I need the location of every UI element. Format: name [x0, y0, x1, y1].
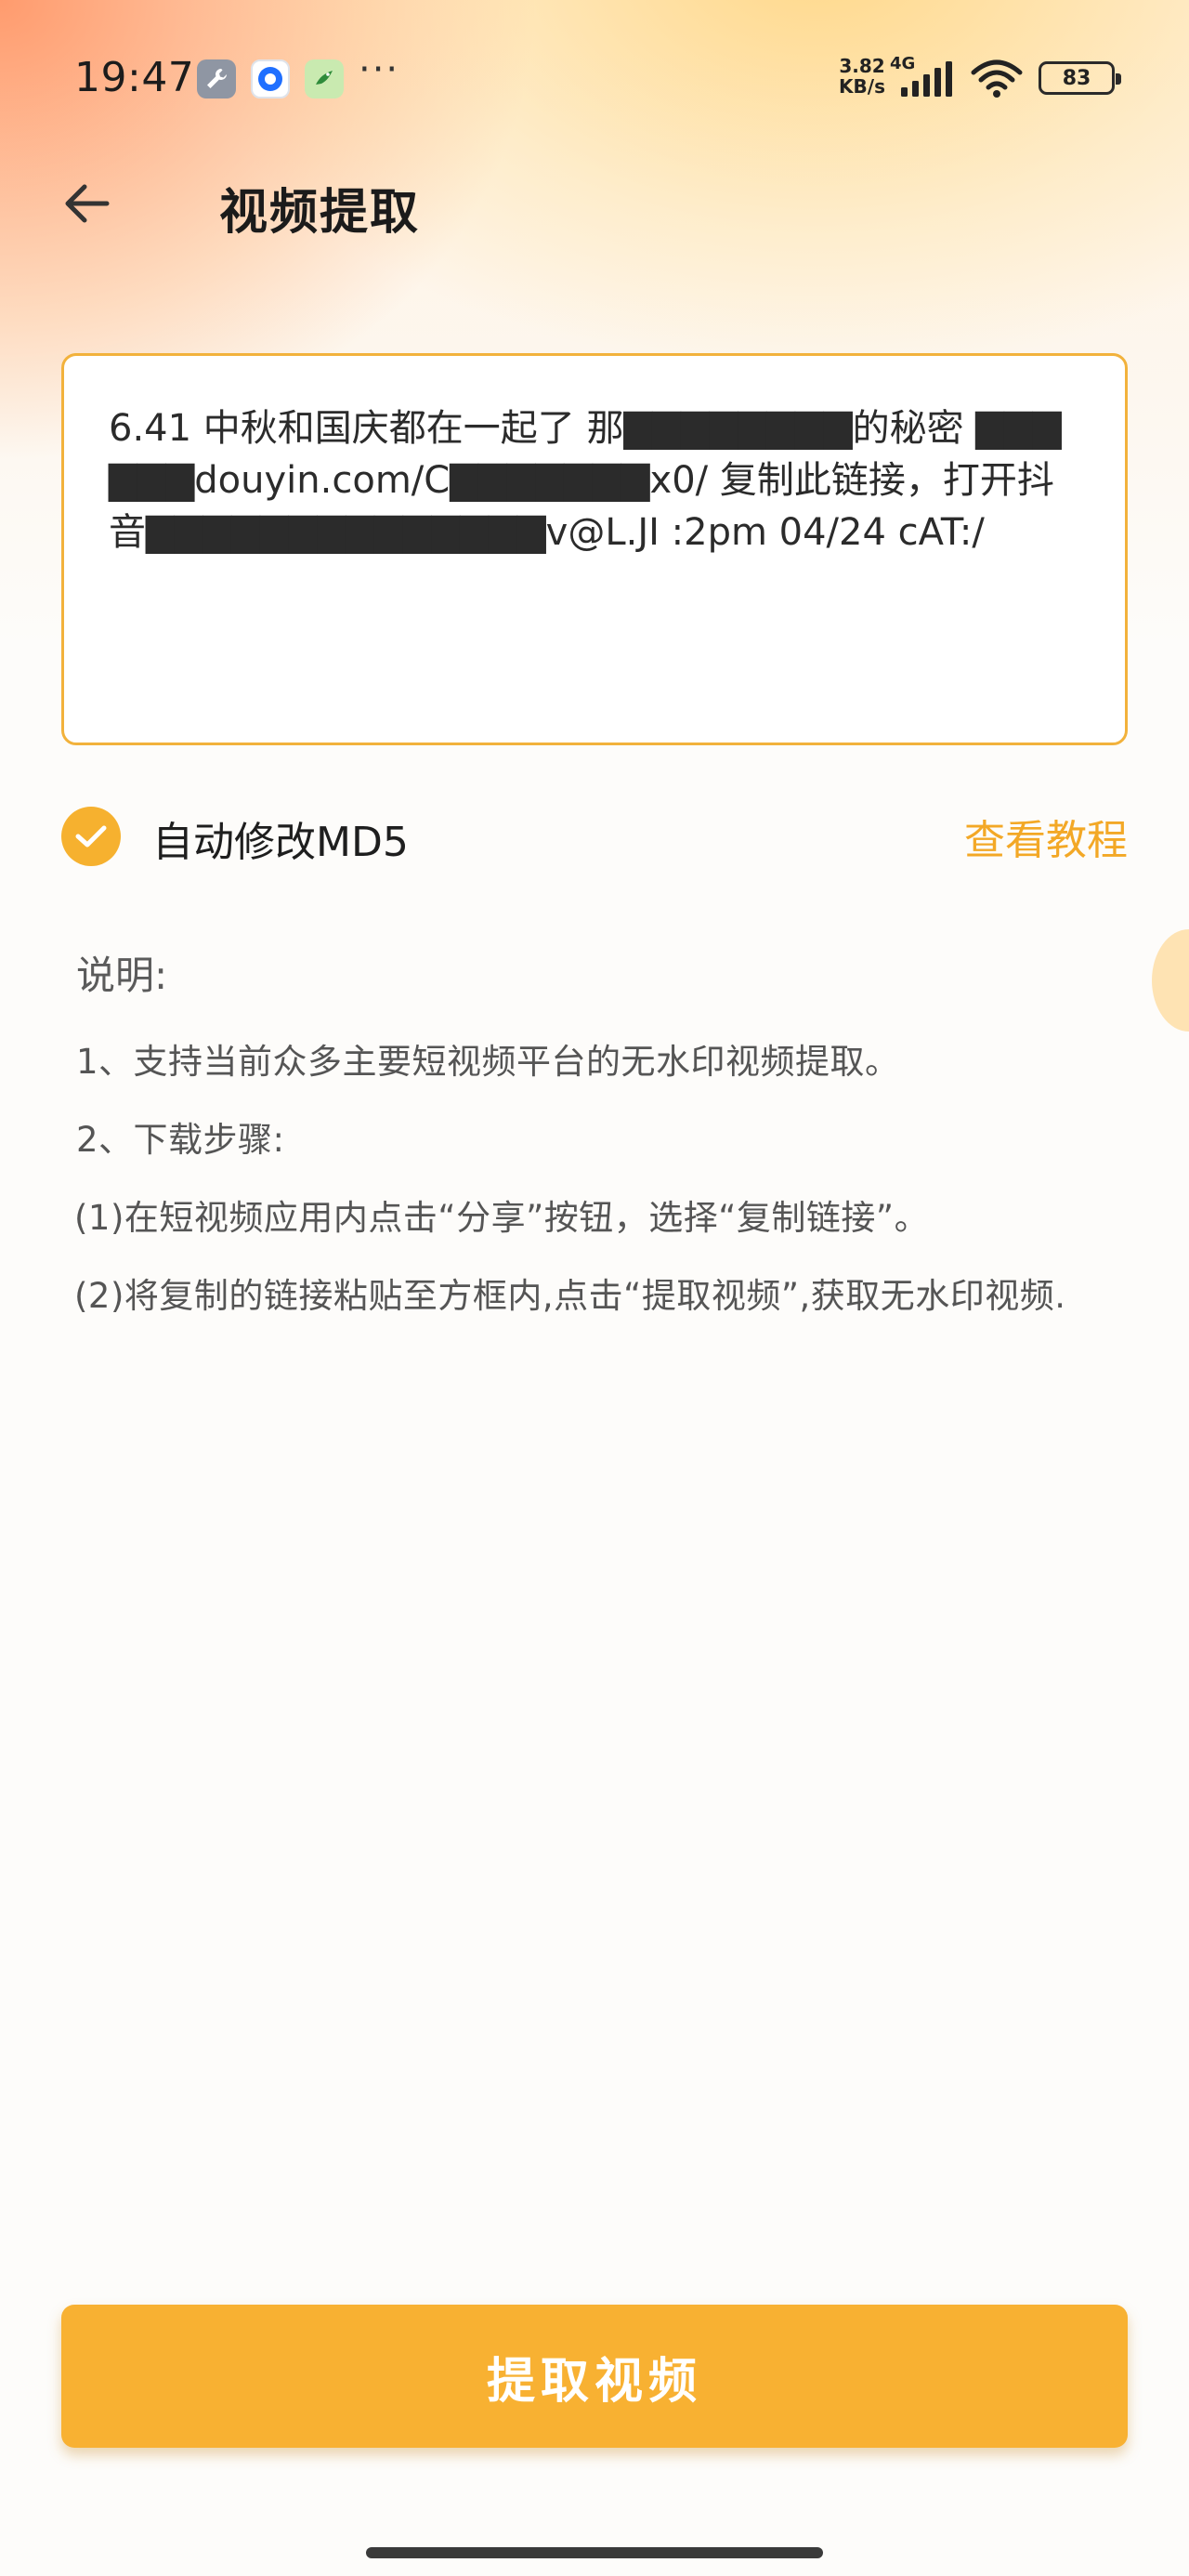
extract-video-button[interactable]: 提取视频 [61, 2305, 1128, 2448]
view-tutorial-link[interactable]: 查看教程 [964, 807, 1128, 866]
signal-icon [901, 61, 952, 97]
notes-heading: 说明: [76, 953, 168, 998]
note-line-1: 1、支持当前众多主要短视频平台的无水印视频提取。 [76, 1042, 900, 1082]
auto-md5-checkbox[interactable] [61, 807, 121, 866]
note-line-3: (1)在短视频应用内点击“分享”按钮，选择“复制链接”。 [74, 1198, 930, 1238]
status-bar: 19:47 ··· 3.82 KB/s 4G 83 [0, 0, 1189, 158]
link-input-value: 6.41 中秋和国庆都在一起了 那▇▇▇▇▇▇▇▇的秘密 ▇▇▇▇▇▇douyi… [109, 407, 1062, 554]
battery-icon: 83 [1039, 61, 1121, 95]
wrench-app-icon [197, 59, 236, 99]
network-speed-unit: KB/s [839, 75, 885, 98]
wifi-icon [971, 59, 1023, 98]
more-notifications-icon: ··· [359, 48, 400, 91]
green-bird-app-icon [305, 59, 344, 99]
video-extract-screen: 19:47 ··· 3.82 KB/s 4G 83 视频提取 6.41 中秋和国… [0, 0, 1189, 2576]
note-line-4: (2)将复制的链接粘贴至方框内,点击“提取视频”,获取无水印视频. [74, 1276, 1066, 1316]
auto-md5-label[interactable]: 自动修改MD5 [152, 808, 409, 868]
link-input[interactable]: 6.41 中秋和国庆都在一起了 那▇▇▇▇▇▇▇▇的秘密 ▇▇▇▇▇▇douyi… [61, 353, 1128, 745]
back-button[interactable] [54, 171, 119, 236]
arrow-left-icon [65, 184, 110, 223]
checkmark-icon [75, 825, 107, 848]
network-speed: 3.82 KB/s [834, 56, 890, 97]
home-indicator[interactable] [366, 2547, 823, 2558]
note-line-2: 2、下载步骤: [76, 1120, 285, 1160]
status-time: 19:47 [74, 54, 195, 101]
network-speed-value: 3.82 [839, 55, 885, 77]
page-title: 视频提取 [219, 185, 421, 241]
blue-circle-app-icon [251, 59, 290, 99]
floating-bubble[interactable] [1152, 929, 1189, 1032]
